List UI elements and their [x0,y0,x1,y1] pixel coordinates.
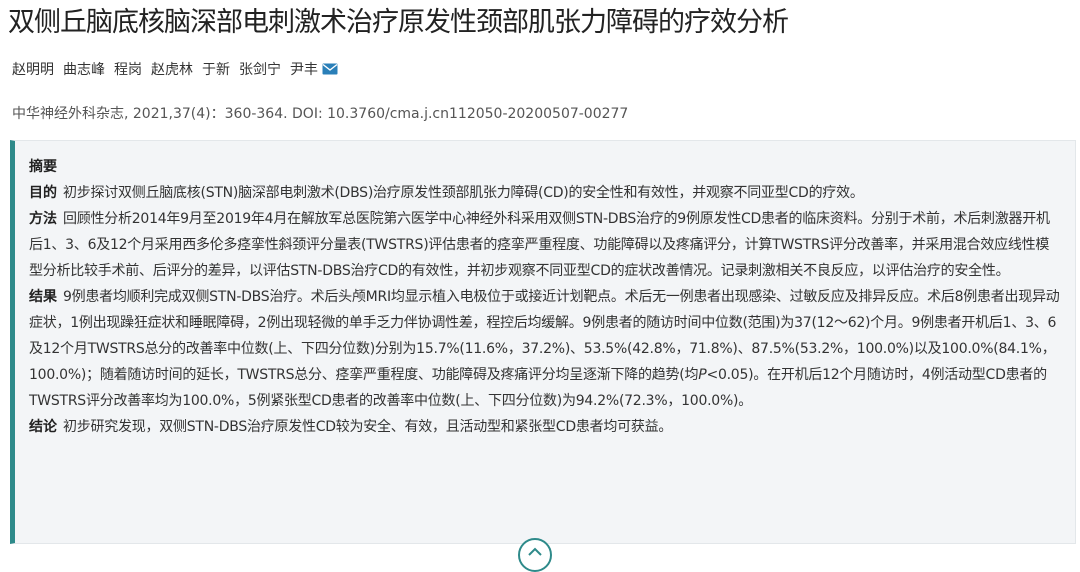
author-link[interactable]: 赵虎林 [151,59,193,79]
section-text: 初步探讨双侧丘脑底核(STN)脑深部电刺激术(DBS)治疗原发性颈部肌张力障碍(… [63,185,864,201]
abstract-conclusion: 结论 初步研究发现，双侧STN-DBS治疗原发性CD较为安全、有效，且活动型和紧张… [29,414,1061,440]
abstract-methods: 方法 回顾性分析2014年9月至2019年4月在解放军总医院第六医学中心神经外科采… [29,206,1061,284]
abstract-panel: 摘要 目的 初步探讨双侧丘脑底核(STN)脑深部电刺激术(DBS)治疗原发性颈部肌… [10,140,1076,544]
author-link[interactable]: 张剑宁 [239,59,281,79]
section-label: 方法 [29,211,57,227]
author-link[interactable]: 于新 [202,59,230,79]
author-link[interactable]: 赵明明 [12,59,54,79]
abstract-results: 结果 9例患者均顺利完成双侧STN-DBS治疗。术后头颅MRI均显示植入电极位于或… [29,284,1061,414]
section-text: 初步研究发现，双侧STN-DBS治疗原发性CD较为安全、有效，且活动型和紧张型C… [63,419,673,435]
author-link[interactable]: 曲志峰 [63,59,105,79]
section-label: 结论 [29,419,57,435]
section-label: 结果 [29,289,57,305]
article-title: 双侧丘脑底核脑深部电刺激术治疗原发性颈部肌张力障碍的疗效分析 [8,7,789,38]
section-text: 回顾性分析2014年9月至2019年4月在解放军总医院第六医学中心神经外科采用双… [29,211,1050,279]
author-link[interactable]: 程岗 [114,59,142,79]
abstract-objective: 目的 初步探讨双侧丘脑底核(STN)脑深部电刺激术(DBS)治疗原发性颈部肌张力障… [29,180,1061,206]
envelope-icon[interactable] [322,63,338,75]
section-label: 目的 [29,185,57,201]
author-link[interactable]: 尹丰 [290,59,318,79]
abstract-heading: 摘要 [29,159,57,175]
author-list: 赵明明 曲志峰 程岗 赵虎林 于新 张剑宁 尹丰 [12,58,338,80]
citation: 中华神经外科杂志, 2021,37(4)：360-364. DOI: 10.37… [12,106,629,122]
chevron-up-icon [528,547,542,556]
collapse-abstract-button[interactable] [518,538,552,572]
